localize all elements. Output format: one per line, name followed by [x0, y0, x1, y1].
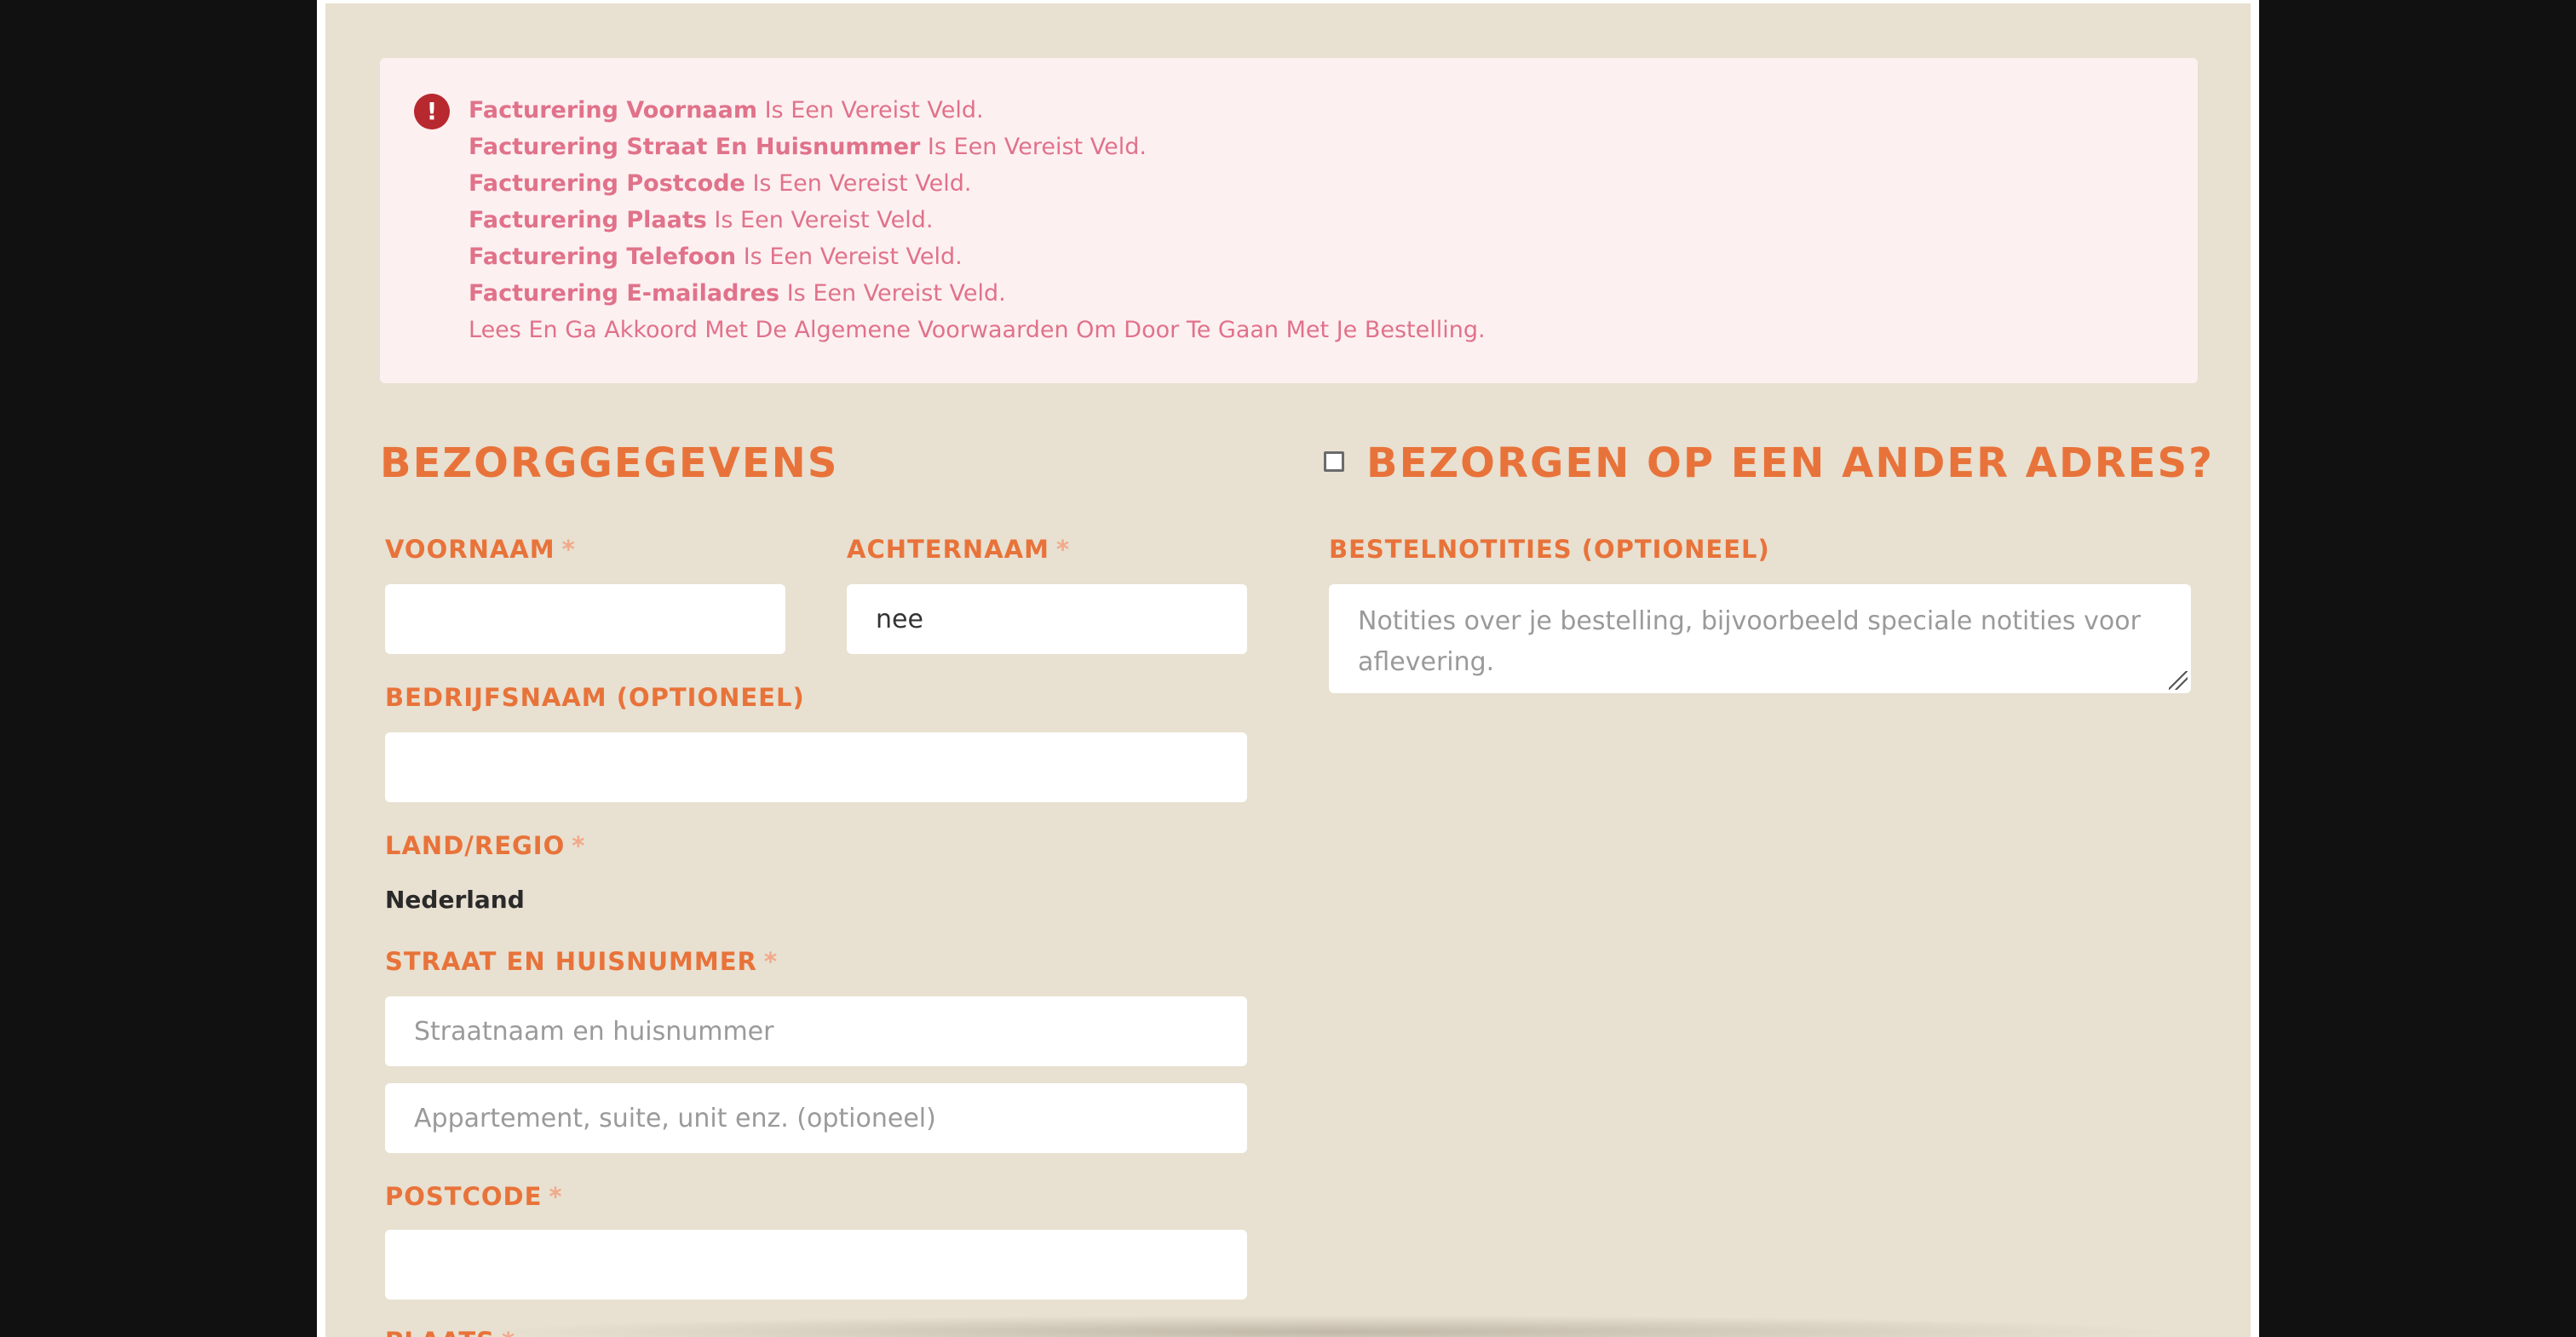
error-exclamation-icon: !: [414, 94, 450, 129]
error-item: Facturering E-mailadres Is Een Vereist V…: [469, 280, 1006, 307]
company-label: Bedrijfsnaam (optioneel): [385, 683, 805, 712]
required-marker: *: [549, 1182, 563, 1211]
error-item-terms: Lees En Ga Akkoord Met De Algemene Voorw…: [469, 317, 1486, 343]
company-input[interactable]: [385, 732, 1247, 802]
error-item: Facturering Voornaam Is Een Vereist Veld…: [469, 97, 984, 123]
billing-title: Bezorggegevens: [380, 439, 839, 487]
last-name-label: Achternaam *: [847, 535, 1071, 564]
checkout-content: ! Facturering Voornaam Is Een Vereist Ve…: [325, 3, 2251, 1337]
street-label: Straat en huisnummer *: [385, 947, 779, 976]
country-label: Land/regio *: [385, 831, 586, 860]
page-frame: ! Facturering Voornaam Is Een Vereist Ve…: [317, 0, 2259, 1337]
street-input[interactable]: [385, 996, 1247, 1066]
error-item: Facturering Telefoon Is Een Vereist Veld…: [469, 244, 963, 270]
sticky-bar-shadow: [479, 1315, 2182, 1337]
required-marker: *: [763, 947, 779, 976]
first-name-label: Voornaam *: [385, 535, 576, 564]
required-marker: *: [561, 535, 576, 564]
order-notes-textarea[interactable]: [1329, 584, 2191, 693]
error-item: Facturering Plaats Is Een Vereist Veld.: [469, 207, 934, 233]
resize-handle-icon[interactable]: [2169, 671, 2188, 690]
error-item: Facturering Postcode Is Een Vereist Veld…: [469, 170, 972, 197]
country-value: Nederland: [385, 886, 525, 914]
first-name-input[interactable]: [385, 584, 785, 654]
shipping-title: Bezorgen op een ander adres?: [1366, 439, 2214, 487]
required-marker: *: [1055, 535, 1071, 564]
street2-input[interactable]: [385, 1083, 1247, 1153]
order-notes-wrapper: [1329, 584, 2191, 693]
ship-to-different-address-checkbox[interactable]: [1324, 451, 1344, 472]
error-notice: ! Facturering Voornaam Is Een Vereist Ve…: [380, 58, 2198, 383]
required-marker: *: [572, 831, 586, 860]
postcode-input[interactable]: [385, 1230, 1247, 1300]
last-name-input[interactable]: [847, 584, 1247, 654]
error-item: Facturering Straat En Huisnummer Is Een …: [469, 134, 1147, 160]
postcode-label: Postcode *: [385, 1182, 563, 1211]
error-list: Facturering Voornaam Is Een Vereist Veld…: [469, 92, 1486, 348]
order-notes-label: Bestelnotities (optioneel): [1329, 535, 1770, 564]
